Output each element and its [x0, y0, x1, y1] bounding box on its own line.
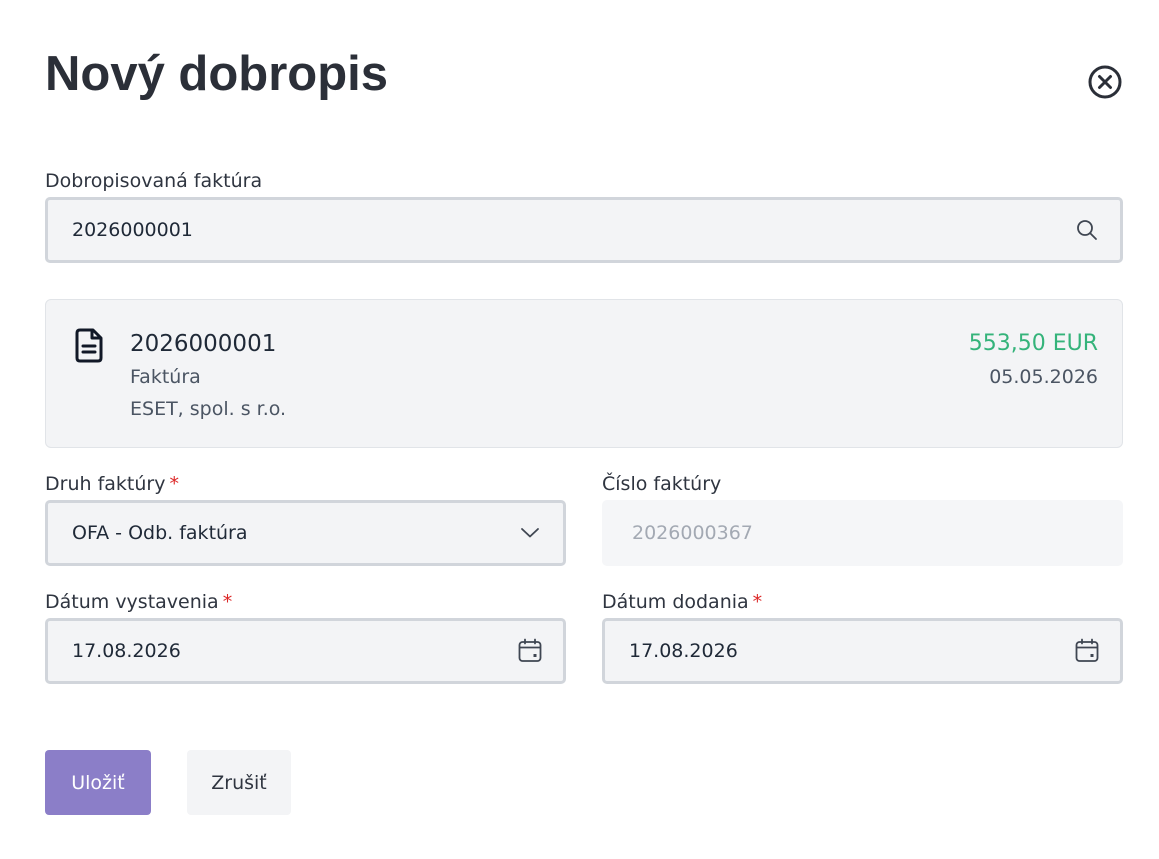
delivery-date-label-text: Dátum dodania [602, 591, 749, 613]
invoice-kind-select[interactable]: OFA - Odb. faktúra [45, 500, 566, 566]
invoice-kind-label: Druh faktúry * [45, 472, 179, 496]
required-mark: * [752, 591, 763, 613]
required-mark: * [169, 473, 179, 495]
document-icon [72, 326, 108, 364]
calendar-icon[interactable] [515, 636, 545, 666]
issue-date-input[interactable] [48, 620, 515, 682]
search-icon[interactable] [1072, 215, 1102, 245]
invoice-number-label-text: Číslo faktúry [602, 473, 722, 495]
credited-invoice-label-text: Dobropisovaná faktúra [45, 170, 263, 192]
close-circle-icon [1088, 65, 1122, 99]
selected-invoice-card[interactable]: 2026000001 Faktúra ESET, spol. s r.o. 55… [45, 299, 1123, 448]
invoice-kind-value: OFA - Odb. faktúra [72, 522, 248, 544]
calendar-icon[interactable] [1072, 636, 1102, 666]
invoice-number-value: 2026000367 [632, 522, 753, 544]
invoice-number-field: 2026000367 [602, 500, 1123, 566]
invoice-type: Faktúra [130, 366, 201, 388]
invoice-company: ESET, spol. s r.o. [130, 398, 287, 420]
required-mark: * [222, 591, 233, 613]
delivery-date-field [602, 618, 1123, 684]
issue-date-field [45, 618, 566, 684]
delivery-date-input[interactable] [605, 620, 1072, 682]
invoice-number: 2026000001 [130, 331, 277, 357]
credited-invoice-label: Dobropisovaná faktúra [45, 169, 262, 193]
invoice-amount: 553,50 EUR [968, 331, 1098, 356]
save-button[interactable]: Uložiť [45, 750, 151, 815]
chevron-down-icon [515, 518, 545, 548]
cancel-button[interactable]: Zrušiť [187, 750, 291, 815]
dialog-title: Nový dobropis [45, 47, 389, 101]
issue-date-label-text: Dátum vystavenia [45, 591, 219, 613]
credited-invoice-search-field [45, 197, 1123, 263]
delivery-date-label: Dátum dodania * [602, 590, 762, 614]
credited-invoice-search-input[interactable] [48, 199, 1072, 261]
close-button[interactable] [1085, 62, 1125, 102]
issue-date-label: Dátum vystavenia * [45, 590, 232, 614]
invoice-number-label: Číslo faktúry [602, 472, 721, 496]
invoice-date: 05.05.2026 [989, 366, 1098, 388]
invoice-kind-label-text: Druh faktúry [45, 473, 166, 495]
